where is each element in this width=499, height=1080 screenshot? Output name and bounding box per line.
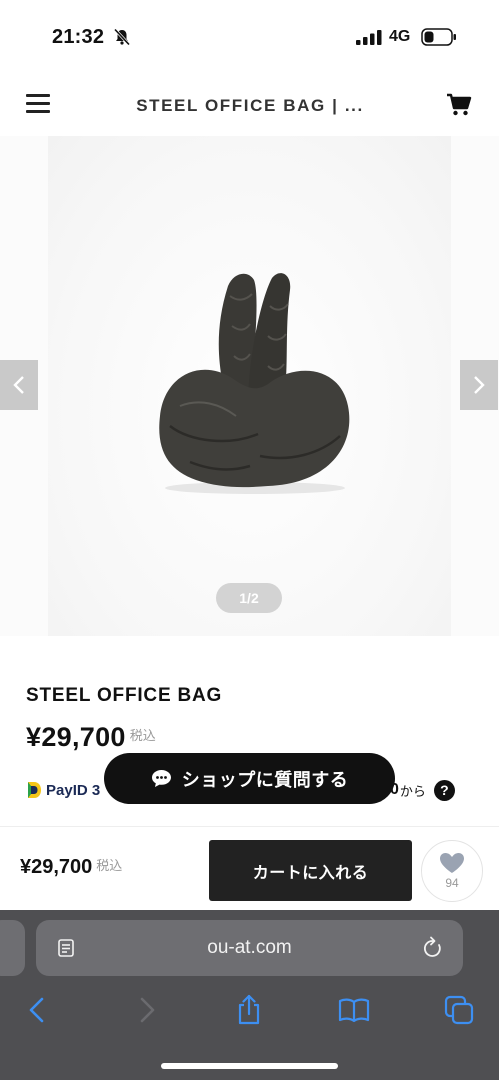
chat-bubble-icon <box>151 770 171 787</box>
bookmarks-icon[interactable] <box>338 994 370 1026</box>
gallery-next-button[interactable] <box>460 360 498 410</box>
gallery-counter: 1/2 <box>216 583 282 613</box>
previous-tab-peek[interactable] <box>0 920 25 976</box>
buy-bar: ¥29,700 税込 カートに入れる 94 <box>0 826 499 910</box>
product-gallery[interactable]: 1/2 <box>0 136 499 636</box>
forward-icon[interactable] <box>130 994 162 1026</box>
cart-icon[interactable] <box>446 93 472 117</box>
add-to-cart-button[interactable]: カートに入れる <box>209 840 412 901</box>
favorite-count: 94 <box>445 876 459 890</box>
gallery-prev-button[interactable] <box>0 360 38 410</box>
tabs-icon[interactable] <box>443 994 475 1026</box>
payid-installment: PayID 3 <box>26 779 100 801</box>
buy-bar-price: ¥29,700 税込 <box>20 855 122 879</box>
browser-toolbar: ou-at.com <box>0 910 499 1080</box>
page-title: STEEL OFFICE BAG | ... <box>136 96 364 115</box>
bag-image <box>159 273 350 494</box>
network-type: 4G <box>389 28 411 45</box>
status-bar: 21:32 4G <box>0 0 499 75</box>
menu-icon[interactable] <box>26 94 50 114</box>
url-text: ou-at.com <box>207 937 292 958</box>
product-photo <box>48 136 451 636</box>
chevron-left-icon <box>13 376 24 394</box>
share-icon[interactable] <box>233 994 265 1026</box>
help-icon[interactable]: ? <box>433 779 455 801</box>
address-bar[interactable]: ou-at.com <box>36 920 463 976</box>
battery-icon <box>421 28 456 46</box>
favorite-button[interactable]: 94 <box>421 840 483 902</box>
reload-icon[interactable] <box>422 936 444 960</box>
buy-bar-price-value: ¥29,700 <box>20 856 93 878</box>
payid-amount: 0 から ? <box>390 779 455 801</box>
home-indicator[interactable] <box>161 1063 338 1069</box>
payid-logo-icon <box>28 782 41 798</box>
buy-bar-tax-label: 税込 <box>96 858 123 873</box>
bell-slash-icon <box>113 28 131 46</box>
product-name: STEEL OFFICE BAG <box>26 685 223 706</box>
status-time: 21:32 <box>52 26 105 48</box>
tax-label: 税込 <box>129 728 156 743</box>
product-price: ¥29,700 <box>26 722 126 752</box>
back-icon[interactable] <box>22 994 54 1026</box>
chevron-right-icon <box>474 376 485 394</box>
site-header: STEEL OFFICE BAG | ... <box>0 78 499 134</box>
payid-suffix: から <box>399 783 426 799</box>
signal-icon <box>356 30 382 45</box>
heart-icon <box>440 853 464 873</box>
payid-label: PayID 3 <box>46 781 101 799</box>
product-price-row: ¥29,700 税込 <box>26 722 156 753</box>
ask-shop-button[interactable]: ショップに質問する <box>104 753 395 804</box>
ask-shop-label: ショップに質問する <box>181 769 349 790</box>
